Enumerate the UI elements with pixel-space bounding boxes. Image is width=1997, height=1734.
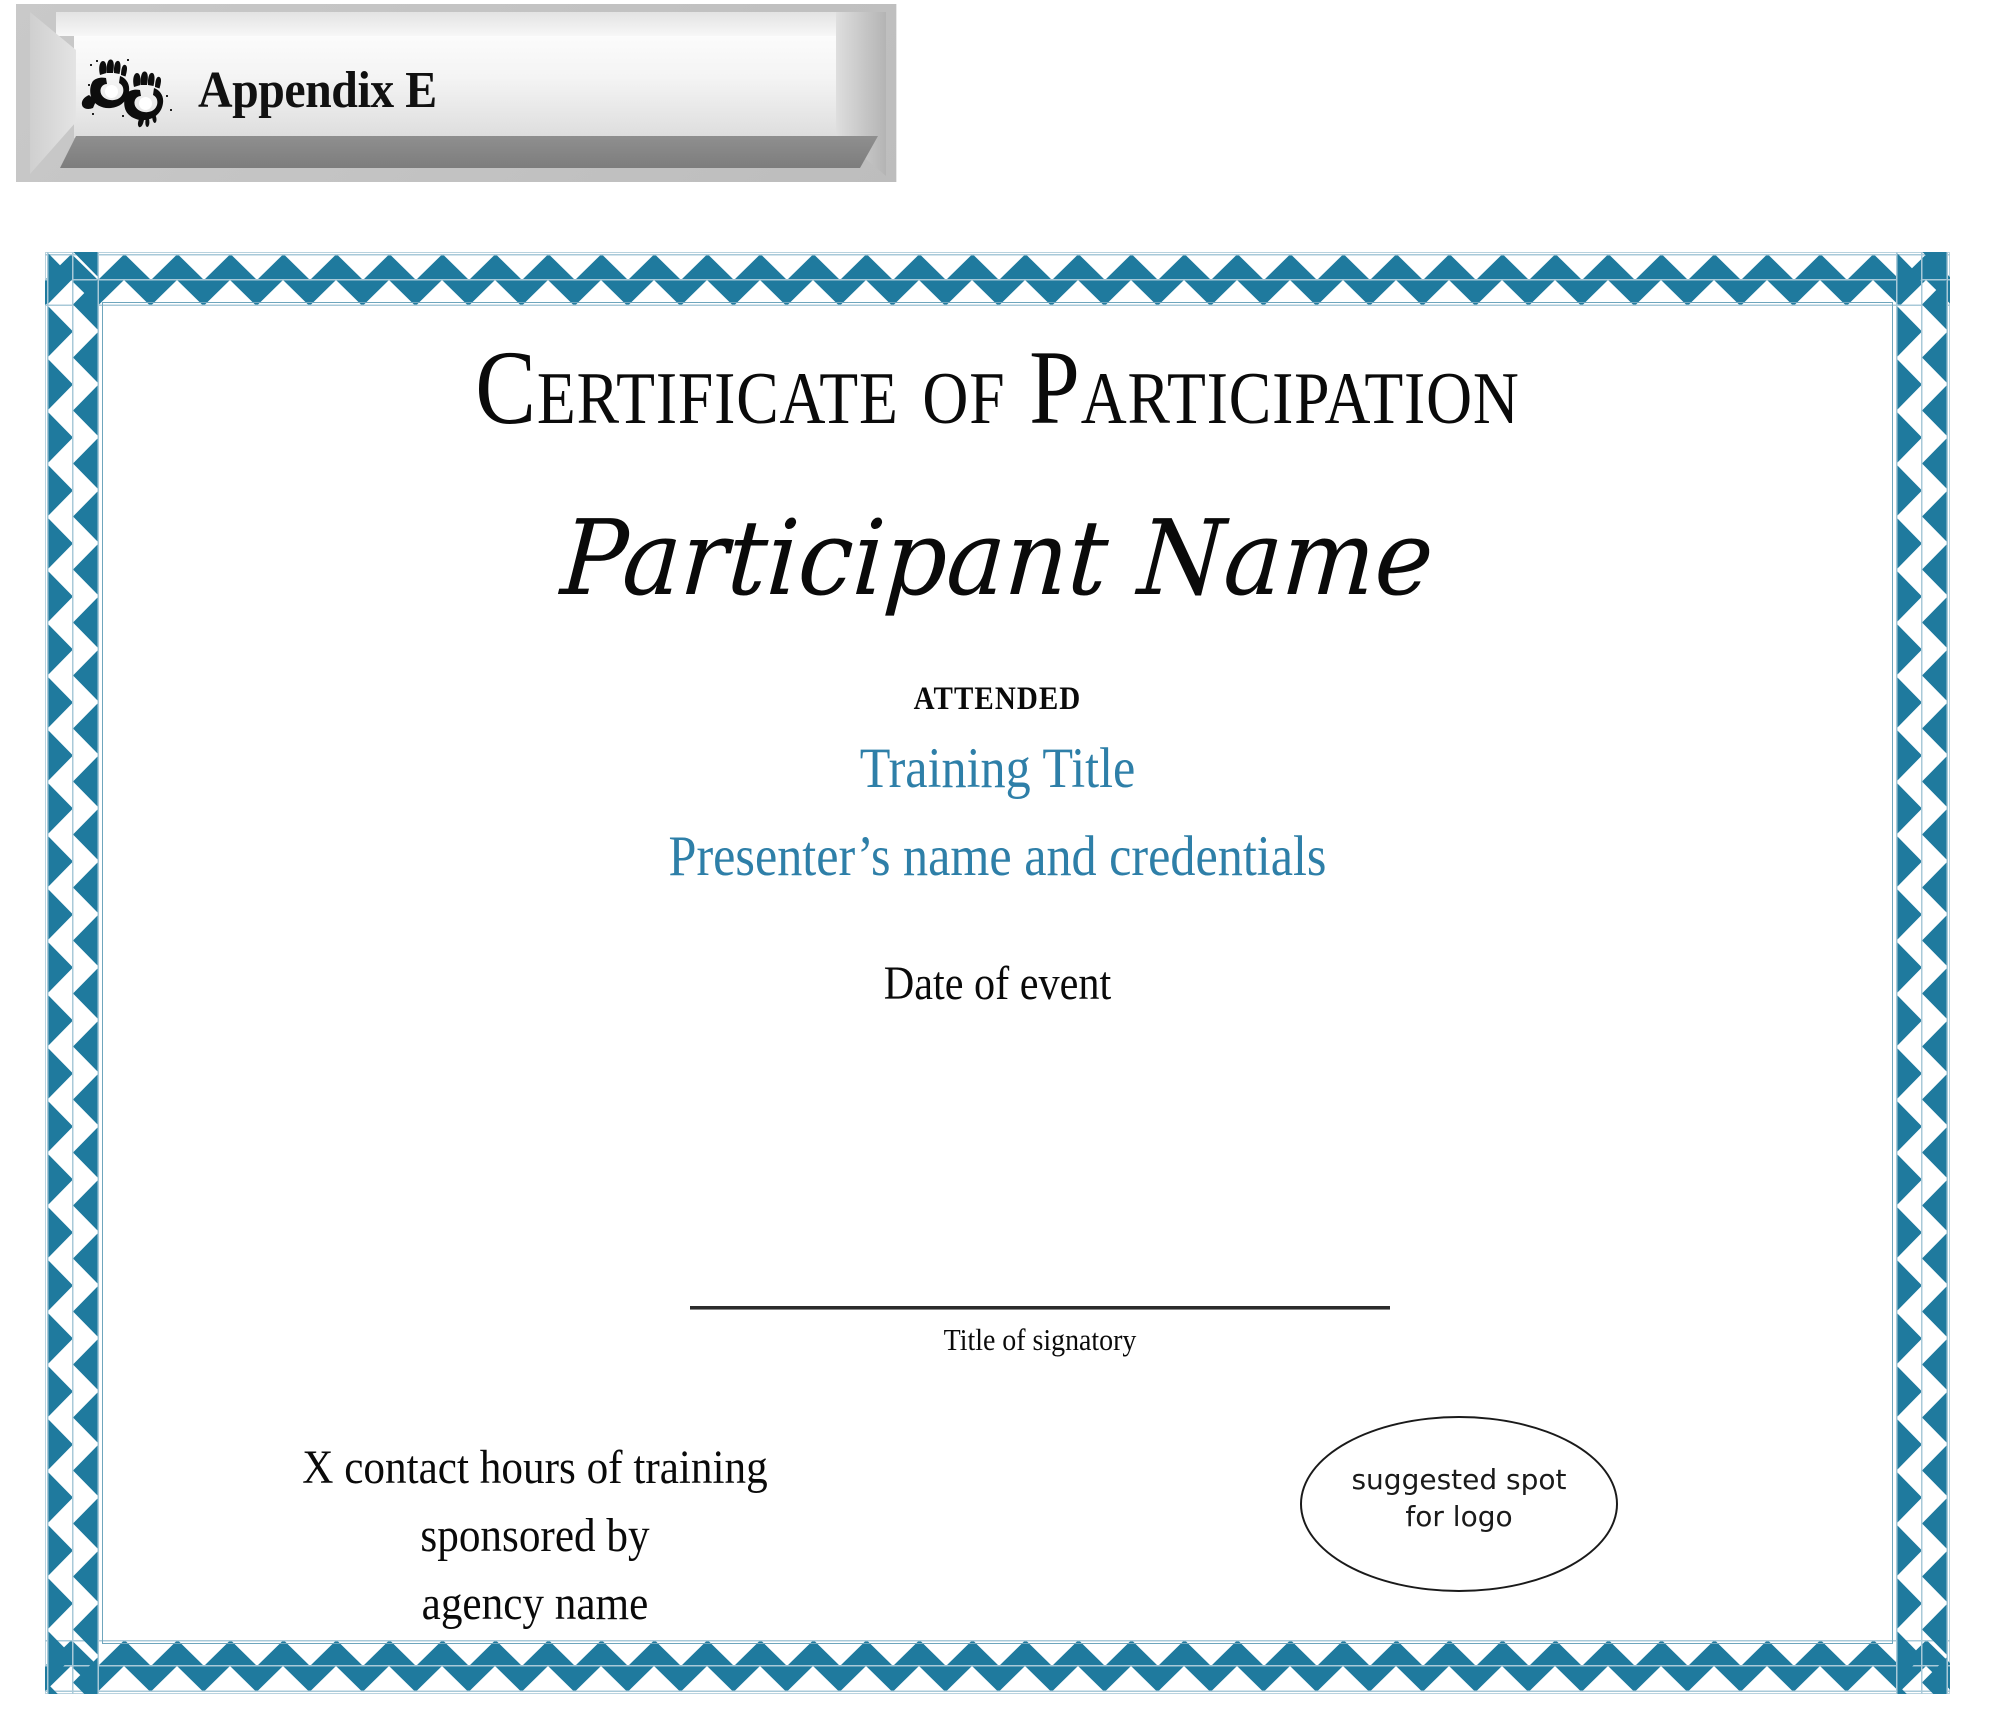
training-title: Training Title [859,737,1136,800]
sponsor-block: X contact hours of training sponsored by… [247,1434,823,1638]
sponsor-line-1: X contact hours of training [302,1441,768,1494]
attended-label: ATTENDED [913,681,1082,717]
logo-placeholder-text: suggested spot for logo [1300,1462,1618,1536]
sign-language-hands-icon [81,59,172,128]
certificate: Certificate of Participation Participant… [45,252,1950,1694]
border-zigzag-bottom [45,1640,1950,1692]
presenter-name-and-credentials: Presenter’s name and credentials [668,825,1327,888]
logo-placeholder: suggested spot for logo [1300,1416,1618,1592]
date-of-event: Date of event [883,957,1112,1010]
certificate-title: Certificate of Participation [475,329,1520,446]
sponsor-line-3: agency name [421,1577,649,1631]
border-zigzag-left [47,252,99,1694]
signatory-title-label: Title of signatory [943,1322,1137,1357]
tab-bevel-top [56,12,874,36]
logo-placeholder-line-2: for logo [1405,1499,1513,1533]
sponsor-line-2: sponsored by [420,1509,650,1563]
border-zigzag-top [45,254,1950,306]
appendix-tab-label: Appendix E [198,61,437,119]
border-zigzag-right [1896,252,1948,1694]
appendix-tab: Appendix E [16,4,897,182]
tab-content: Appendix E [78,38,457,142]
signature-line [690,1306,1390,1310]
participant-name: Participant Name [557,497,1438,619]
certificate-body: Certificate of Participation Participant… [105,306,1890,1640]
logo-placeholder-line-1: suggested spot [1351,1463,1567,1496]
